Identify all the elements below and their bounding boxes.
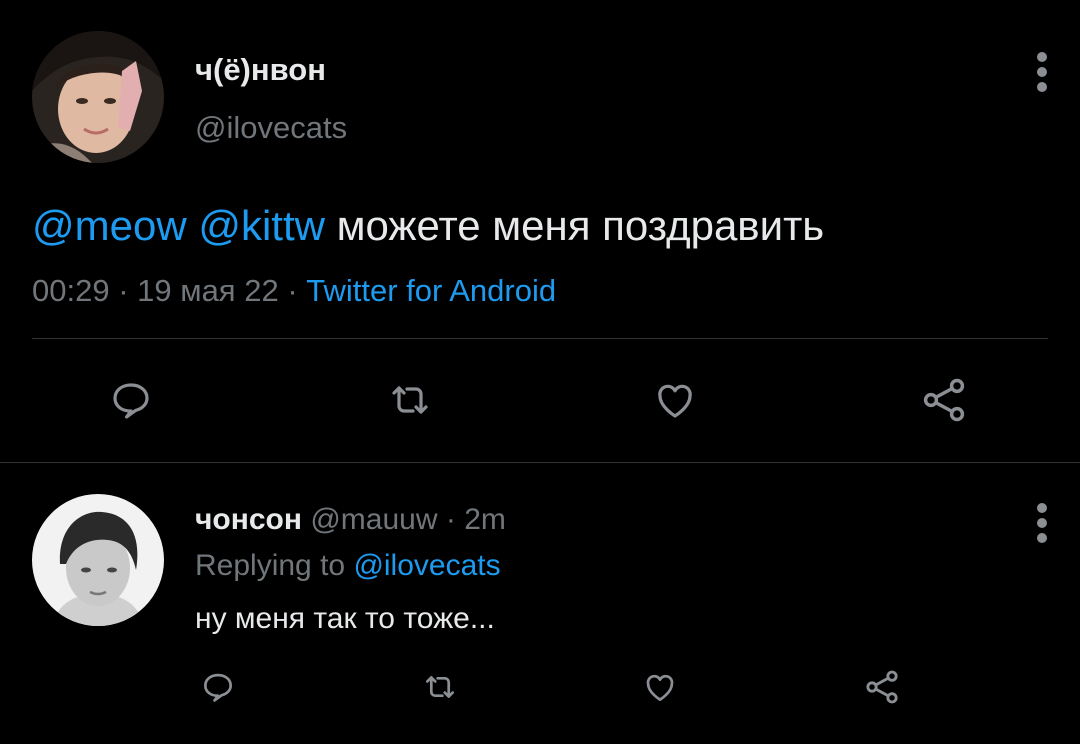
tweet-meta: 00:29 · 19 мая 22 · Twitter for Android bbox=[32, 272, 556, 310]
reply-time: 2m bbox=[464, 503, 506, 536]
reply-author-name[interactable]: чонсон bbox=[195, 503, 302, 536]
avatar[interactable] bbox=[32, 494, 164, 626]
speech-bubble-icon bbox=[203, 673, 233, 702]
mention-link[interactable]: @kittw bbox=[198, 202, 325, 249]
reply-author-handle[interactable]: @mauuw bbox=[310, 503, 437, 536]
reply-header: чонсон @mauuw · 2m bbox=[195, 502, 506, 538]
more-options-icon[interactable] bbox=[1036, 52, 1048, 97]
share-icon bbox=[866, 670, 898, 704]
like-button[interactable] bbox=[647, 372, 703, 428]
replying-label: Replying to bbox=[195, 549, 346, 582]
tweet-text: @meow @kittw можете меня поздравить bbox=[32, 200, 824, 252]
share-icon bbox=[923, 378, 965, 422]
share-button[interactable] bbox=[860, 665, 904, 709]
section-divider bbox=[0, 462, 1080, 463]
tweet-body: можете меня поздравить bbox=[336, 202, 825, 249]
divider bbox=[32, 338, 1048, 339]
tweet-date: 19 мая 22 bbox=[137, 273, 279, 308]
speech-bubble-icon bbox=[113, 383, 149, 419]
meta-separator: · bbox=[445, 503, 456, 536]
replying-to-handle[interactable]: @ilovecats bbox=[353, 549, 500, 582]
avatar[interactable] bbox=[32, 31, 164, 163]
author-handle[interactable]: @ilovecats bbox=[195, 110, 347, 146]
meta-separator: · bbox=[118, 273, 129, 308]
heart-icon bbox=[658, 384, 692, 418]
mention-link[interactable]: @meow bbox=[32, 202, 187, 249]
retweet-icon bbox=[425, 676, 455, 698]
heart-icon bbox=[646, 674, 674, 702]
reply-body: ну меня так то тоже... bbox=[195, 602, 495, 635]
retweet-button[interactable] bbox=[382, 372, 438, 428]
tweet-source-link[interactable]: Twitter for Android bbox=[306, 273, 556, 308]
more-options-icon[interactable] bbox=[1036, 503, 1048, 548]
share-button[interactable] bbox=[916, 372, 972, 428]
like-button[interactable] bbox=[638, 665, 682, 709]
retweet-icon bbox=[392, 386, 428, 414]
retweet-button[interactable] bbox=[418, 665, 462, 709]
reply-button[interactable] bbox=[103, 372, 159, 428]
reply-button[interactable] bbox=[196, 665, 240, 709]
author-name[interactable]: ч(ё)нвон bbox=[195, 52, 326, 88]
tweet-time: 00:29 bbox=[32, 273, 110, 308]
meta-separator: · bbox=[287, 273, 298, 308]
replying-to: Replying to @ilovecats bbox=[195, 548, 501, 584]
